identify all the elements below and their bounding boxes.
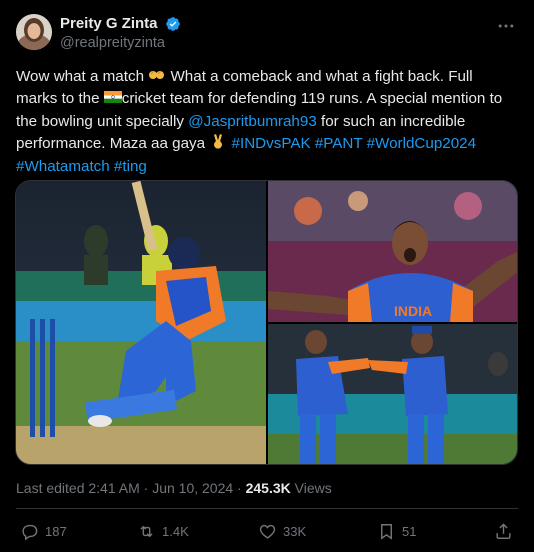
reply-button[interactable]: 187 (20, 520, 67, 542)
jersey-text: INDIA (394, 303, 432, 319)
reply-icon (22, 524, 38, 540)
author-handle[interactable]: @realpreityzinta (60, 35, 181, 51)
avatar[interactable] (16, 14, 52, 50)
bookmark-count: 51 (402, 523, 417, 539)
edited-timestamp[interactable]: Last edited 2:41 AM · Jun 10, 2024 · (16, 480, 246, 496)
bookmark-icon (381, 523, 392, 540)
reply-count: 187 (45, 523, 67, 539)
like-count: 33K (283, 523, 307, 539)
like-button[interactable]: 33K (258, 520, 306, 542)
share-icon (496, 522, 511, 539)
hashtag-links[interactable]: #INDvsPAK #PANT #WorldCup2024 (227, 135, 477, 152)
repost-icon (140, 525, 153, 537)
photo-team-celebration[interactable] (268, 324, 517, 464)
action-bar: 187 1.4K 33K 51 (16, 520, 518, 544)
heart-icon (259, 524, 276, 539)
post-text-segment: cricket team for defending 119 runs. A s… (121, 90, 503, 108)
photo-bowler-celebrating[interactable]: INDIA (268, 181, 517, 322)
post-text: Wow what a match What a comeback and wha… (16, 66, 522, 178)
repost-button[interactable]: 1.4K (137, 520, 189, 542)
india-flag-icon (103, 91, 122, 104)
post-header: Preity G Zinta @realpreityzinta (16, 14, 518, 54)
post-text-segment: performance. Maza aa gaya (16, 135, 210, 153)
display-name[interactable]: Preity G Zinta (60, 15, 158, 32)
divider (16, 508, 518, 509)
post-text-segment: marks to the (16, 90, 104, 108)
victory-hand-icon (214, 134, 223, 149)
post-text-segment: the bowling unit specially (16, 112, 189, 130)
post-text-segment: What a comeback and what a fight back. F… (166, 68, 473, 85)
more-options-icon[interactable] (496, 16, 516, 36)
views-count: 245.3K (245, 480, 291, 496)
author-info: Preity G Zinta @realpreityzinta (60, 15, 181, 51)
post-text-segment: Wow what a match (16, 68, 149, 85)
mention-link[interactable]: @Jaspritbumrah93 (188, 113, 317, 130)
repost-count: 1.4K (162, 523, 189, 539)
photo-batsman[interactable] (16, 181, 266, 464)
post-meta: Last edited 2:41 AM · Jun 10, 2024 · 245… (16, 480, 332, 496)
post-text-segment: for such an incredible (316, 112, 466, 130)
verified-badge-icon (166, 16, 180, 31)
tweet-post: Preity G Zinta @realpreityzinta Wow what… (0, 0, 534, 552)
media-grid: INDIA (15, 180, 518, 465)
hashtag-links[interactable]: #Whatamatch #ting (16, 158, 147, 175)
clapping-hands-icon (149, 70, 165, 79)
bookmark-button[interactable]: 51 (377, 520, 416, 542)
views-label: Views (290, 480, 332, 496)
share-button[interactable] (494, 520, 519, 542)
